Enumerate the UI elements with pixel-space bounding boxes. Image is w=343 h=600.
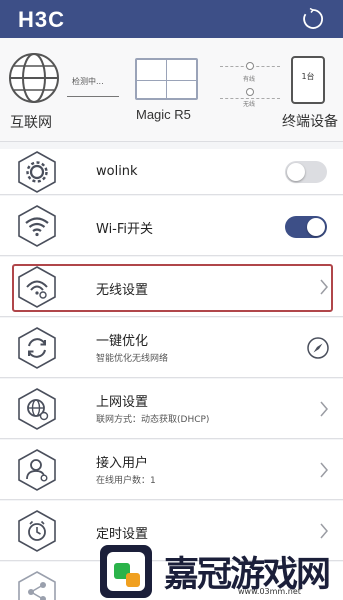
connection-line <box>67 96 119 97</box>
chevron-right-icon <box>320 401 328 417</box>
user-icon <box>18 449 56 491</box>
wired-label: 有线 <box>243 76 256 83</box>
compass-icon[interactable] <box>307 337 329 359</box>
row-title: 定时设置 <box>96 527 149 542</box>
list-item-wolink[interactable]: wolink <box>0 149 343 195</box>
row-subtitle: 在线用户数：1 <box>96 476 156 486</box>
brand-logo: H3C <box>18 7 66 32</box>
list-item-access-users[interactable]: 接入用户 在线用户数：1 <box>0 440 343 500</box>
refresh-icon[interactable] <box>301 7 325 31</box>
watermark-logo-icon <box>100 545 152 598</box>
list-item-internet-settings[interactable]: 上网设置 联网方式：动态获取(DHCP) <box>0 379 343 439</box>
watermark: 嘉冠游戏网 www.03mm.net <box>98 543 343 600</box>
wireless-label: 无线 <box>243 101 256 108</box>
wifi-icon <box>18 205 56 247</box>
optimize-icon <box>18 327 56 369</box>
router-model: Magic R5 <box>136 107 191 122</box>
internet-label: 互联网 <box>10 115 52 131</box>
chevron-right-icon <box>320 523 328 539</box>
wired-user-icon <box>246 62 254 70</box>
row-title: 接入用户 <box>96 456 149 471</box>
row-title: 一键优化 <box>96 334 149 349</box>
app-header: H3C <box>0 0 343 38</box>
wolink-toggle[interactable] <box>285 161 327 183</box>
share-icon <box>18 571 56 600</box>
internet-globe-icon[interactable] <box>8 52 60 104</box>
gear-icon <box>18 151 56 193</box>
router-icon[interactable] <box>135 58 198 100</box>
row-subtitle: 联网方式：动态获取(DHCP) <box>96 415 210 425</box>
network-topology: 互联网 检测中... Magic R5 有线 无线 1台 终端设备 <box>0 38 343 142</box>
device-count: 1台 <box>301 72 315 81</box>
row-title: wolink <box>96 164 138 179</box>
terminal-label: 终端设备 <box>282 114 338 130</box>
terminal-device-icon[interactable]: 1台 <box>291 56 325 104</box>
detect-status: 检测中... <box>72 77 104 86</box>
wifi-toggle[interactable] <box>285 216 327 238</box>
timer-icon <box>18 510 56 552</box>
globe-settings-icon <box>18 388 56 430</box>
chevron-right-icon <box>320 462 328 478</box>
list-item-wifi[interactable]: Wi-Fi开关 <box>0 196 343 256</box>
row-title: Wi-Fi开关 <box>96 222 154 237</box>
watermark-url: www.03mm.net <box>238 587 301 596</box>
wireless-user-icon <box>246 88 254 96</box>
list-item-optimize[interactable]: 一键优化 智能优化无线网络 <box>0 318 343 378</box>
row-subtitle: 智能优化无线网络 <box>96 354 169 364</box>
row-title: 上网设置 <box>96 395 149 410</box>
highlight-frame <box>12 264 333 312</box>
